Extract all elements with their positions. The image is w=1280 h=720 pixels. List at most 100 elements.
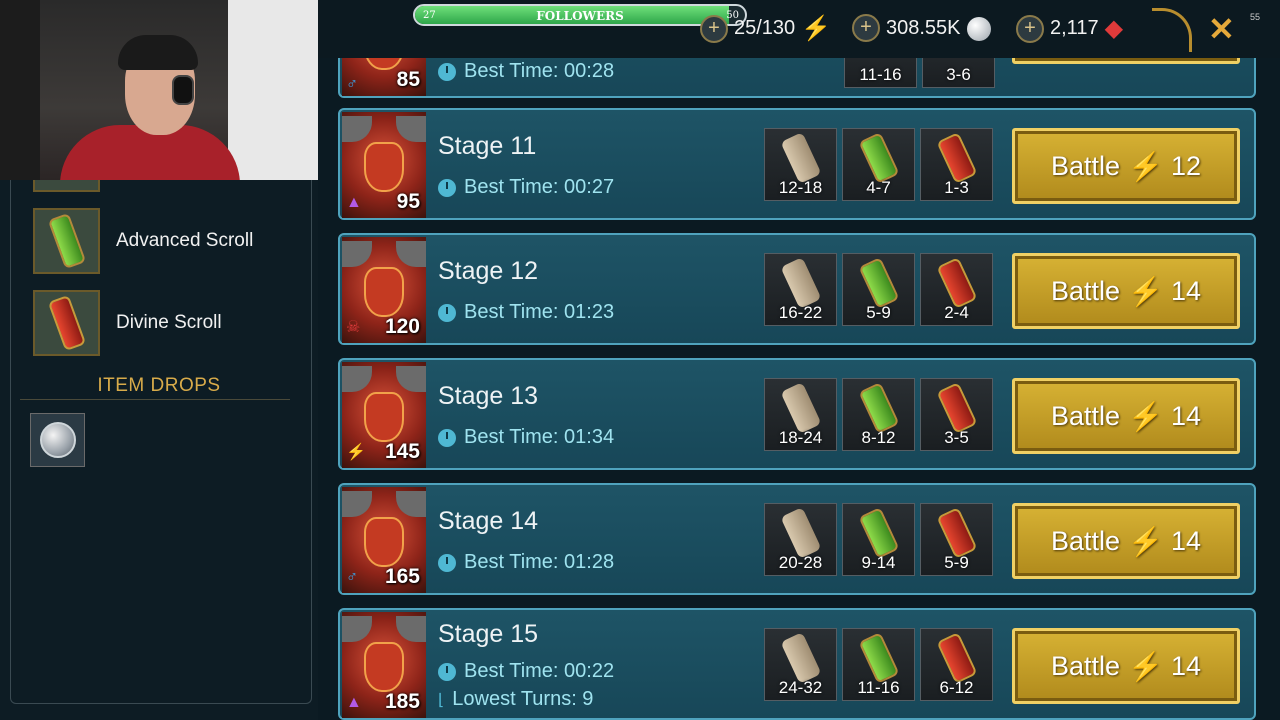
- boss-level: 85: [396, 68, 420, 91]
- boss-portrait: ⚡ 145: [342, 362, 426, 468]
- affinity-icon: ♂: [346, 569, 358, 586]
- best-time-text: Best Time: 01:28: [464, 551, 615, 573]
- best-time: Best Time: 00:22: [438, 660, 614, 683]
- reward-advanced-scroll[interactable]: 8-12: [842, 378, 915, 451]
- lightning-bolt-icon: ⚡: [1128, 275, 1163, 307]
- battle-button[interactable]: Battle ⚡ 14: [1012, 253, 1240, 329]
- item-drops-title: ITEM DROPS: [97, 375, 221, 396]
- reward-qty: 20-28: [778, 553, 823, 572]
- reward-basic-scroll[interactable]: 12-18: [764, 128, 837, 201]
- reward-advanced-scroll[interactable]: 4-7: [842, 128, 915, 201]
- boss-horn: [342, 241, 372, 267]
- scroll-tile-partial: [33, 180, 100, 192]
- reward-qty: 1-3: [944, 178, 969, 197]
- stage-row-partial: 85 ♂ Best Time: 00:28 11-16 3-6: [338, 0, 1256, 98]
- energy-resource: + 25/130 ⚡: [700, 14, 831, 43]
- silver-value: 308.55K: [886, 16, 961, 39]
- battle-button[interactable]: Battle ⚡ 14: [1012, 503, 1240, 579]
- reward-basic-scroll[interactable]: 18-24: [764, 378, 837, 451]
- boss-horn: [396, 116, 426, 142]
- lightning-bolt-icon: ⚡: [1128, 650, 1163, 682]
- stage-card[interactable]: ▲ 95 Stage 11 Best Time: 00:27 12-18 4-7…: [338, 108, 1256, 220]
- headset-icon: [172, 75, 194, 105]
- boss-face: [364, 642, 404, 692]
- battle-label: Battle: [1051, 400, 1121, 431]
- reward-divine-scroll[interactable]: 2-4: [920, 253, 993, 326]
- reward-qty: 5-9: [944, 553, 969, 572]
- battle-label: Battle: [1051, 525, 1121, 556]
- battle-label: Battle: [1051, 275, 1121, 306]
- clock-icon: [438, 178, 456, 197]
- lightning-bolt-icon: ⚡: [801, 15, 832, 42]
- stage-card[interactable]: ⚡ 145 Stage 13 Best Time: 01:34 18-24 8-…: [338, 358, 1256, 470]
- lightning-bolt-icon: ⚡: [1128, 400, 1163, 432]
- scroll-icon: [858, 132, 900, 184]
- reward-qty: 9-14: [861, 553, 896, 572]
- reward-qty: 8-12: [861, 428, 896, 447]
- stage-name: Stage 12: [438, 257, 539, 285]
- affinity-icon: ▲: [346, 694, 362, 711]
- silver-coin-icon: [39, 422, 76, 458]
- battle-button[interactable]: Battle ⚡ 12: [1012, 128, 1240, 204]
- energy-cost: 14: [1170, 525, 1201, 556]
- boss-horn: [342, 366, 372, 392]
- reward-divine-scroll[interactable]: 5-9: [920, 503, 993, 576]
- boss-face: [364, 142, 404, 192]
- corner-number: 55: [1250, 12, 1261, 22]
- best-time-text: Best Time: 00:28: [464, 60, 615, 82]
- add-energy-button[interactable]: +: [700, 14, 728, 43]
- best-time-text: Best Time: 01:23: [464, 301, 615, 323]
- battle-button[interactable]: Battle ⚡ 14: [1012, 378, 1240, 454]
- reward-qty: 4-7: [866, 178, 891, 197]
- battle-button[interactable]: Battle ⚡ 14: [1012, 628, 1240, 704]
- best-time-text: Best Time: 01:34: [464, 426, 615, 448]
- energy-value: 25/130: [734, 17, 796, 39]
- stage-card[interactable]: ▲ 185 Stage 15 Best Time: 00:22 ⌊ Lowest…: [338, 608, 1256, 720]
- reward-qty: 3-6: [946, 65, 971, 84]
- reward-qty: 12-18: [778, 178, 823, 197]
- lowest-turns: ⌊ Lowest Turns: 9: [438, 688, 593, 711]
- boss-horn: [396, 616, 426, 642]
- stage-card[interactable]: ☠ 120 Stage 12 Best Time: 01:23 16-22 5-…: [338, 233, 1256, 345]
- reward-advanced-scroll[interactable]: 11-16: [842, 628, 915, 701]
- streamer-cap: [118, 35, 198, 70]
- stage-name: Stage 15: [438, 620, 539, 648]
- add-gems-button[interactable]: +: [1016, 14, 1044, 43]
- reward-advanced-scroll[interactable]: 5-9: [842, 253, 915, 326]
- boss-level: 120: [384, 315, 420, 338]
- add-silver-button[interactable]: +: [852, 14, 880, 42]
- rewards-side-panel: Advanced Scroll Divine Scroll ITEM DROPS: [0, 180, 318, 720]
- scroll-icon: [936, 257, 978, 309]
- boss-level: 145: [384, 440, 420, 463]
- affinity-icon: ⚡: [346, 444, 366, 461]
- best-time-text: Best Time: 00:22: [464, 660, 615, 682]
- clock-icon: [438, 662, 456, 681]
- reward-divine-scroll[interactable]: 1-3: [920, 128, 993, 201]
- stage-name: Stage 13: [438, 382, 539, 410]
- energy-cost: 14: [1170, 650, 1201, 681]
- reward-basic-scroll[interactable]: 20-28: [764, 503, 837, 576]
- boss-portrait: ☠ 120: [342, 237, 426, 343]
- stage-card[interactable]: ♂ 165 Stage 14 Best Time: 01:28 20-28 9-…: [338, 483, 1256, 595]
- reward-divine-scroll[interactable]: 3-5: [920, 378, 993, 451]
- close-icon[interactable]: ✕: [1208, 10, 1235, 48]
- advanced-scroll-label: Advanced Scroll: [116, 230, 254, 251]
- reward-divine-scroll[interactable]: 6-12: [920, 628, 993, 701]
- scroll-icon: [780, 132, 822, 184]
- item-drops-divider: [20, 399, 290, 400]
- scroll-icon: [936, 507, 978, 559]
- energy-cost: 12: [1170, 150, 1201, 181]
- turns-icon: ⌊: [438, 691, 445, 709]
- silver-drop-tile[interactable]: [30, 413, 85, 467]
- reward-basic-scroll[interactable]: 24-32: [764, 628, 837, 701]
- reward-qty: 18-24: [778, 428, 823, 447]
- followers-progress-bar: 27 FOLLOWERS 50: [413, 4, 747, 26]
- reward-basic-scroll[interactable]: 16-22: [764, 253, 837, 326]
- reward-advanced-scroll[interactable]: 9-14: [842, 503, 915, 576]
- affinity-icon: ▲: [346, 194, 362, 211]
- clock-icon: [438, 428, 456, 447]
- best-time: Best Time: 00:27: [438, 176, 614, 199]
- scroll-icon: [858, 507, 900, 559]
- scroll-icon: [858, 382, 900, 434]
- silver-resource: + 308.55K: [852, 14, 991, 42]
